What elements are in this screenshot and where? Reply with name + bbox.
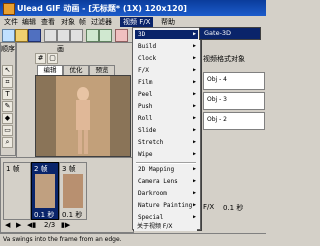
sequence-label: 顺序 bbox=[1, 45, 15, 53]
menu-item-camera-lens[interactable]: Camera Lens ▶ bbox=[135, 177, 198, 186]
canvas-image bbox=[36, 76, 130, 156]
frame-icon[interactable]: ▢ bbox=[47, 53, 58, 64]
menu-item-build[interactable]: Build ▶ bbox=[135, 42, 198, 51]
object-row[interactable]: Obj - 2 bbox=[203, 112, 265, 130]
status-bar: Va swings into the frame from an edge. bbox=[0, 233, 266, 246]
frame-label: 3 帧 bbox=[62, 165, 76, 173]
title-bar: Ulead GIF 动画 - [无标题* (1X) 120x120] bbox=[0, 0, 266, 16]
menu-help[interactable]: 帮助 bbox=[158, 17, 178, 27]
first-frame-button[interactable]: ◀ bbox=[5, 221, 10, 229]
submenu-item-gate-3d[interactable]: Gate-3D bbox=[204, 29, 231, 37]
zoom-tool-icon[interactable]: ⌕ bbox=[2, 137, 13, 148]
frame-image bbox=[35, 174, 55, 208]
editor-panel-title: 画 bbox=[57, 45, 64, 53]
fill-tool-icon[interactable]: ◆ bbox=[2, 113, 13, 124]
window-title: Ulead GIF 动画 - [无标题* (1X) 120x120] bbox=[17, 4, 187, 13]
new-icon[interactable] bbox=[2, 29, 15, 42]
menu-separator bbox=[136, 162, 196, 164]
cut-icon[interactable] bbox=[44, 29, 57, 42]
text-tool-icon[interactable]: T bbox=[2, 89, 13, 100]
menu-item-peel[interactable]: Peel ▶ bbox=[135, 90, 198, 99]
frame-thumb-1[interactable]: 1 帧 bbox=[3, 162, 31, 220]
menu-object[interactable]: 对象 bbox=[58, 17, 78, 27]
menu-item-3d[interactable]: 3D ▶ bbox=[135, 30, 198, 39]
frame-image bbox=[63, 174, 83, 208]
crop-tool-icon[interactable]: ⌗ bbox=[2, 77, 13, 88]
menu-file[interactable]: 文件 bbox=[1, 17, 21, 27]
prev-frame-button[interactable]: ◀▮ bbox=[27, 221, 36, 229]
paste-icon[interactable] bbox=[70, 29, 83, 42]
frame-delay: 0.1 秒 bbox=[34, 211, 55, 219]
next-frame-button[interactable]: ▮▶ bbox=[61, 221, 70, 229]
tools-panel: ↖ ⌗ T ✎ ◆ ▭ ⌕ bbox=[0, 42, 16, 156]
page-indicator: 2/3 bbox=[44, 221, 56, 229]
menu-edit[interactable]: 编辑 bbox=[19, 17, 39, 27]
menu-item-special[interactable]: Special ▶ bbox=[135, 213, 198, 222]
redo-icon[interactable] bbox=[99, 29, 112, 42]
menu-item-nature-painting[interactable]: Nature Painting ▶ bbox=[135, 201, 198, 210]
menu-view[interactable]: 查看 bbox=[38, 17, 58, 27]
grid-icon[interactable]: # bbox=[35, 53, 46, 64]
menu-item-darkroom[interactable]: Darkroom ▶ bbox=[135, 189, 198, 198]
object-panel-label: 视频格式对象 bbox=[203, 55, 245, 63]
frame-thumb-2[interactable]: 2 帧 0.1 秒 bbox=[31, 162, 59, 220]
frame-thumb-3[interactable]: 3 帧 0.1 秒 bbox=[59, 162, 87, 220]
menu-item-stretch[interactable]: Stretch ▶ bbox=[135, 138, 198, 147]
menu-item-wipe[interactable]: Wipe ▶ bbox=[135, 150, 198, 159]
frame-delay: 0.1 秒 bbox=[62, 211, 83, 219]
video-fx-menu: 3D ▶ Build ▶ Clock ▶ F/X ▶ Film ▶ Peel ▶ Push ▶… bbox=[132, 27, 201, 230]
submenu-3d: Gate-3D bbox=[199, 27, 261, 40]
tab-optimize[interactable]: 优化 bbox=[63, 65, 89, 75]
frame-label: 2 帧 bbox=[34, 165, 48, 173]
undo-icon[interactable] bbox=[86, 29, 99, 42]
menu-item-push[interactable]: Push ▶ bbox=[135, 102, 198, 111]
object-row[interactable]: Obj - 3 bbox=[203, 92, 265, 110]
arrow-tool-icon[interactable]: ↖ bbox=[2, 65, 13, 76]
menu-item-film[interactable]: Film ▶ bbox=[135, 78, 198, 87]
menu-item-about[interactable]: 关于视频 F/X bbox=[134, 222, 197, 231]
tab-edit[interactable]: 编辑 bbox=[37, 65, 63, 75]
fx-delay: 0.1 秒 bbox=[223, 204, 244, 212]
menu-video-fx[interactable]: 视频 F/X bbox=[120, 17, 154, 27]
copy-icon[interactable] bbox=[57, 29, 70, 42]
tab-preview[interactable]: 预览 bbox=[89, 65, 115, 75]
object-panel: 视频格式对象 Obj - 4 Obj - 3 Obj - 2 F/X 0.1 秒 bbox=[201, 38, 266, 233]
image-icon[interactable] bbox=[115, 29, 128, 42]
frame-panel: 1 帧 2 帧 0.1 秒 3 帧 0.1 秒 ◀ ▶ ◀▮ 2/3 ▮▶ bbox=[0, 157, 134, 233]
status-text: Va swings into the frame from an edge. bbox=[3, 236, 122, 243]
menu-item-clock[interactable]: Clock ▶ bbox=[135, 54, 198, 63]
menu-item-slide[interactable]: Slide ▶ bbox=[135, 126, 198, 135]
frame-label: 1 帧 bbox=[6, 165, 20, 173]
brush-tool-icon[interactable]: ✎ bbox=[2, 101, 13, 112]
editor-panel: 画 # ▢ 编辑 优化 预览 bbox=[16, 42, 134, 159]
play-button[interactable]: ▶ bbox=[16, 221, 21, 229]
open-icon[interactable] bbox=[15, 29, 28, 42]
object-row[interactable]: Obj - 4 bbox=[203, 72, 265, 90]
menu-item-roll[interactable]: Roll ▶ bbox=[135, 114, 198, 123]
menu-item-fx[interactable]: F/X ▶ bbox=[135, 66, 198, 75]
menu-item-2d-mapping[interactable]: 2D Mapping ▶ bbox=[135, 165, 198, 174]
menu-filter[interactable]: 过滤器 bbox=[88, 17, 115, 27]
app-icon bbox=[3, 3, 15, 15]
eraser-tool-icon[interactable]: ▭ bbox=[2, 125, 13, 136]
fx-tag: F/X bbox=[203, 203, 215, 211]
save-icon[interactable] bbox=[28, 29, 41, 42]
canvas[interactable] bbox=[35, 75, 131, 157]
